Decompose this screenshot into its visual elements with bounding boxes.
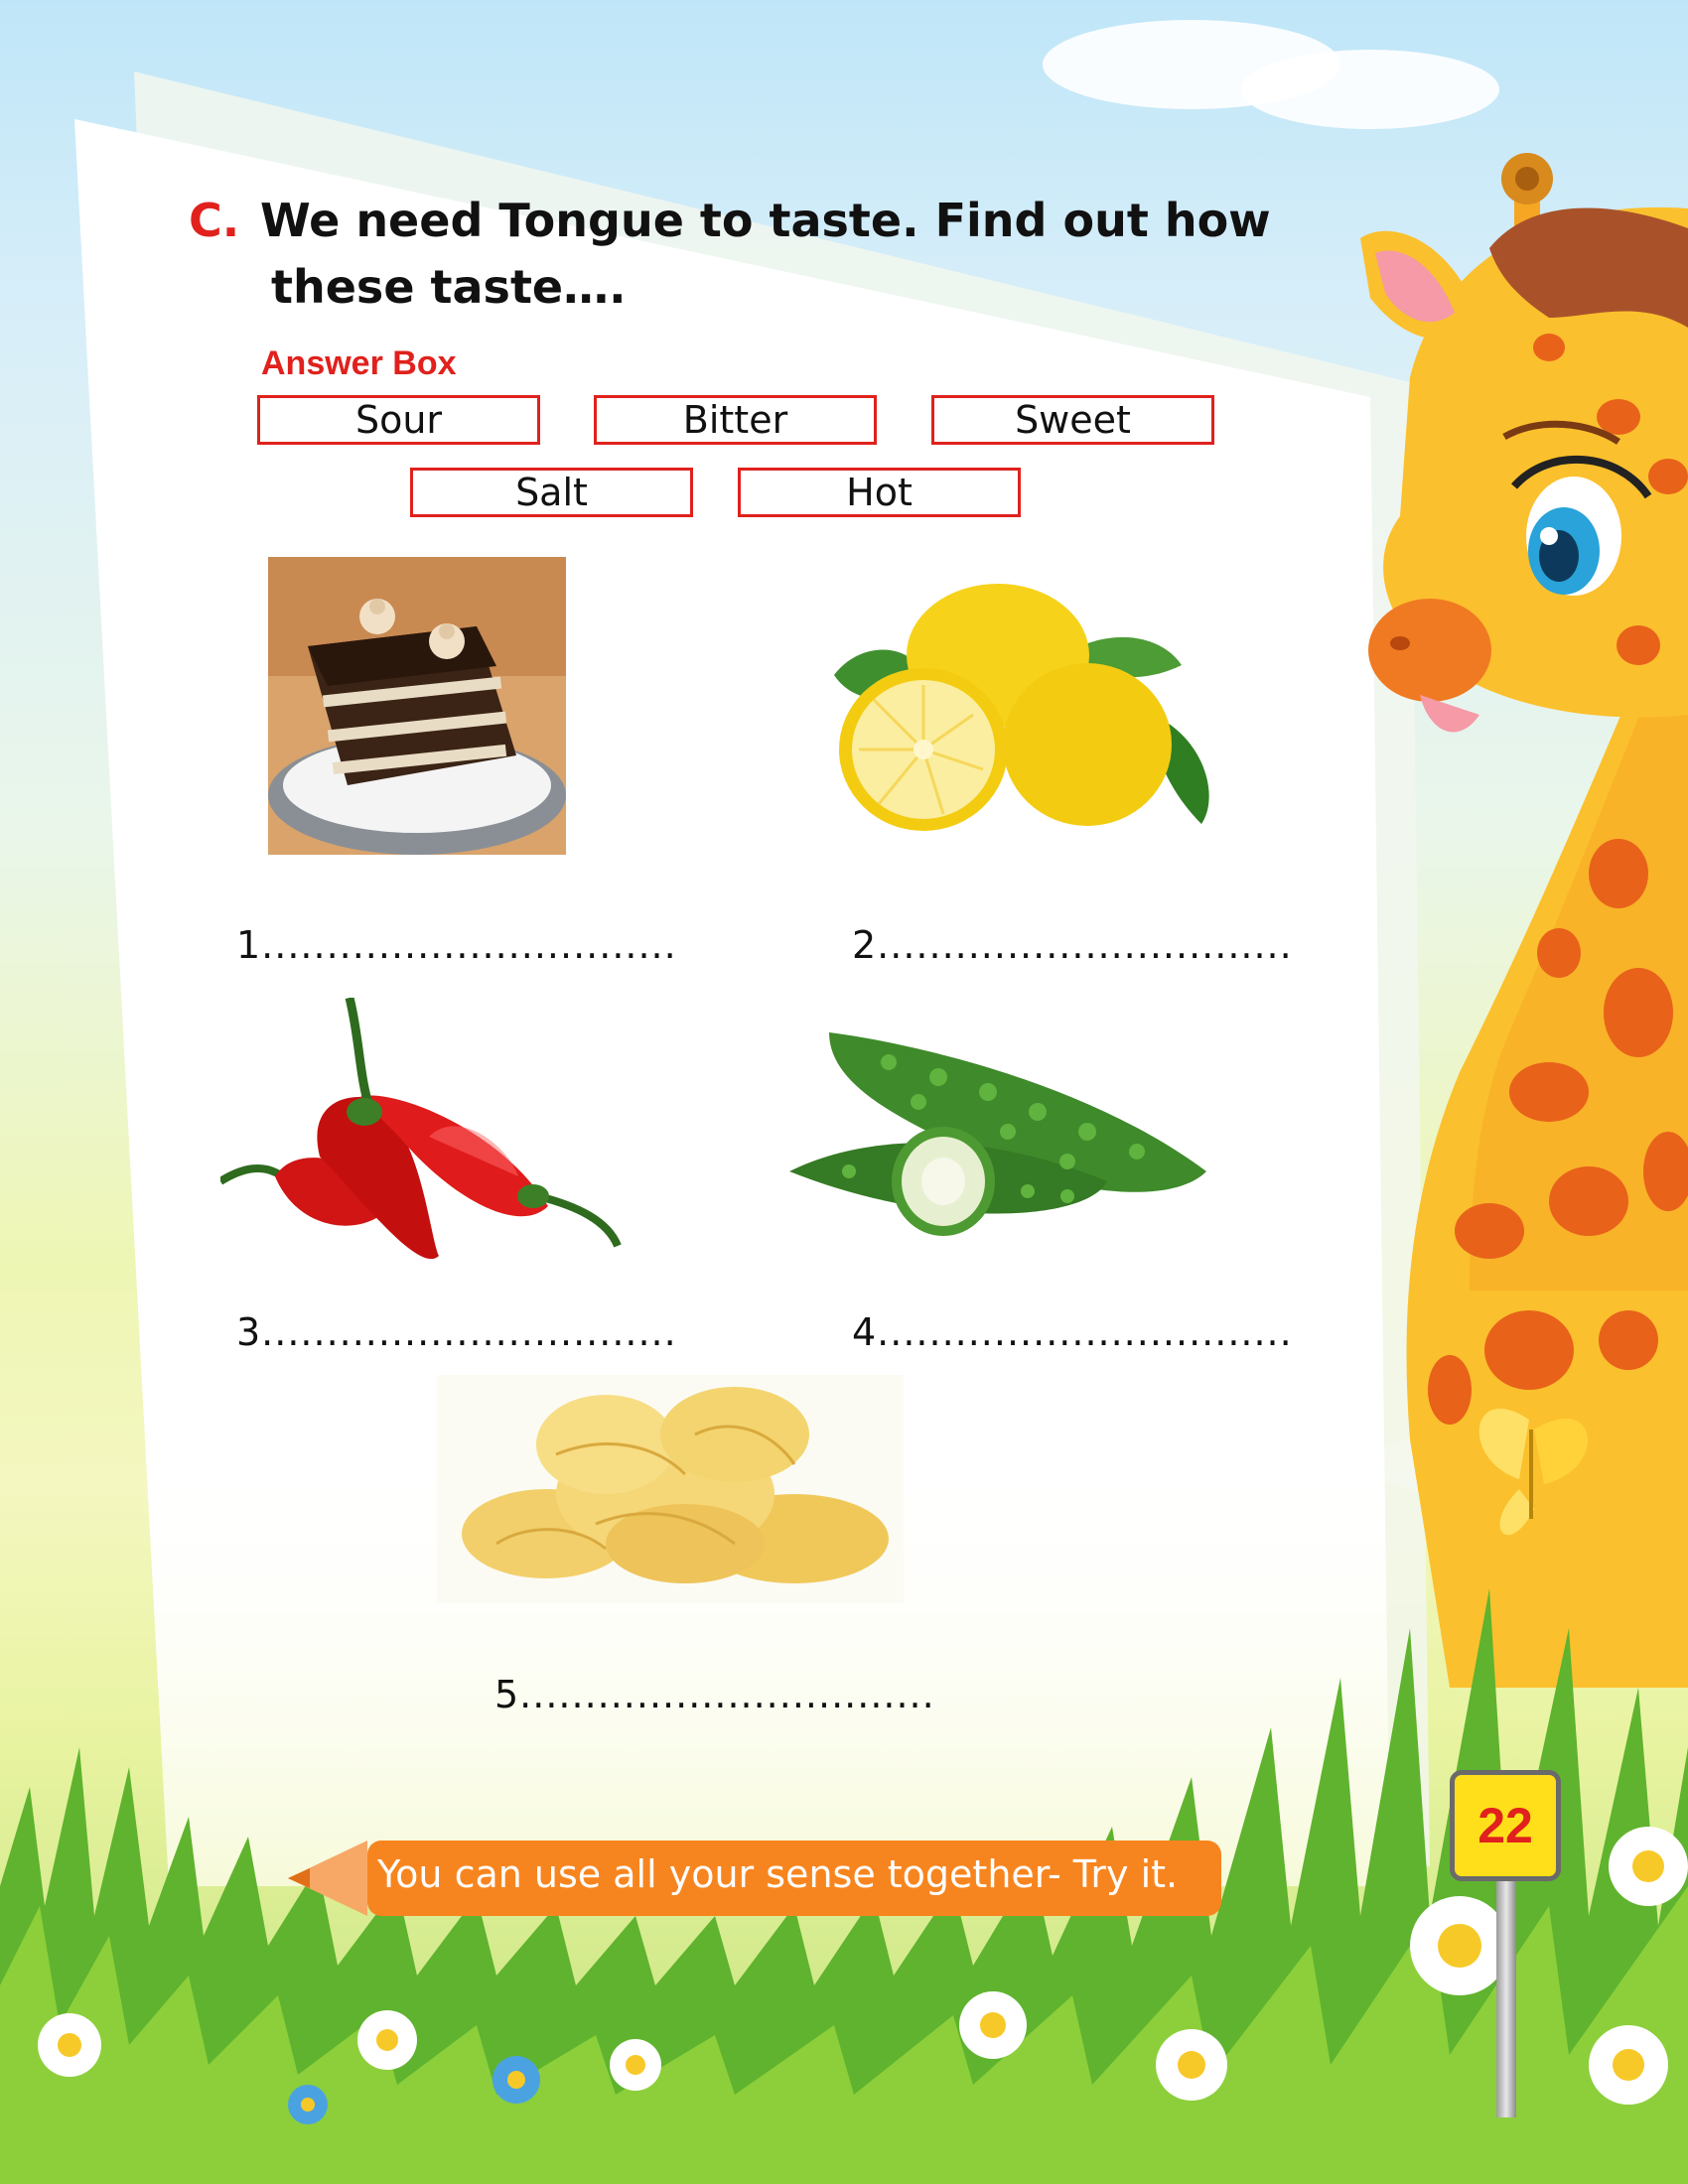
tip-banner: You can use all your sense together- Try…	[288, 1835, 1231, 1922]
answer-option-hot: Hot	[738, 468, 1021, 517]
lemons-image	[834, 584, 1209, 831]
chocolate-cake-image	[268, 557, 566, 855]
question-letter: C.	[189, 194, 240, 247]
potato-chips-image	[437, 1375, 904, 1603]
answer-option-salt: Salt	[410, 468, 693, 517]
tip-text: You can use all your sense together- Try…	[377, 1852, 1179, 1896]
answer-blank-2[interactable]: 2................................	[852, 923, 1293, 967]
question-text: We need Tongue to taste. Find out how	[260, 194, 1271, 247]
answer-blank-1[interactable]: 1................................	[236, 923, 677, 967]
answer-option-sour: Sour	[257, 395, 540, 445]
answer-option-sweet: Sweet	[931, 395, 1214, 445]
worksheet-page: C. We need Tongue to taste. Find out how…	[0, 0, 1688, 2184]
bitter-gourd-image	[789, 1032, 1206, 1236]
answer-blank-3[interactable]: 3................................	[236, 1310, 677, 1354]
question-text-continued: these taste….	[271, 260, 627, 314]
sign-pole	[1496, 1879, 1516, 2117]
answer-box-title: Answer Box	[261, 344, 457, 382]
red-chillies-image	[220, 998, 622, 1260]
page-number: 22	[1450, 1770, 1561, 1881]
answer-option-bitter: Bitter	[594, 395, 877, 445]
answer-blank-5[interactable]: 5................................	[494, 1673, 935, 1716]
answer-blank-4[interactable]: 4................................	[852, 1310, 1293, 1354]
